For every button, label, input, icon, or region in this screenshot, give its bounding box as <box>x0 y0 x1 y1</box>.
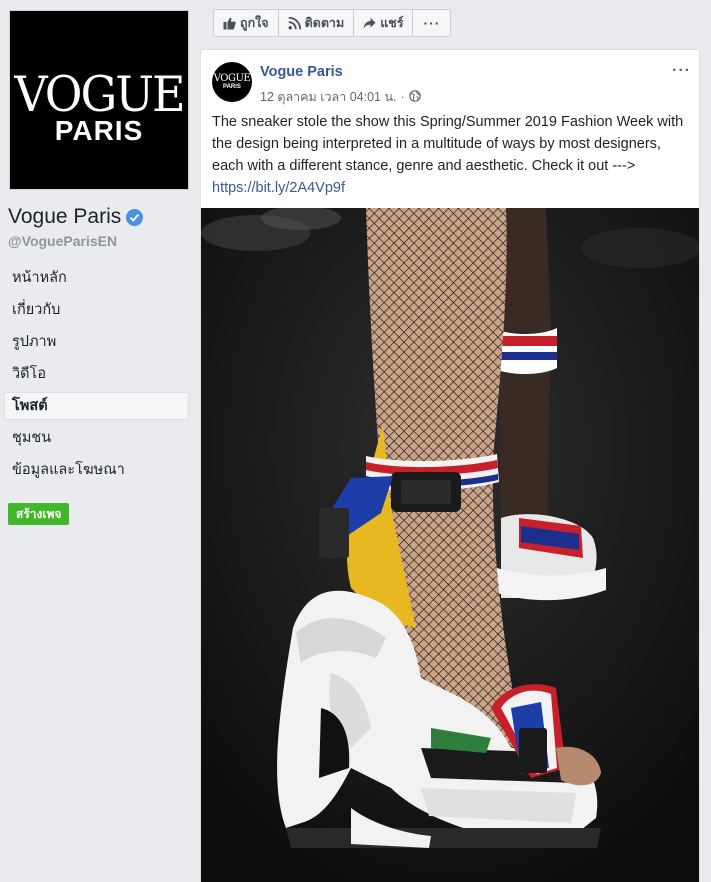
like-label: ถูกใจ <box>240 16 269 30</box>
page-nav: หน้าหลัก เกี่ยวกับ รูปภาพ วิดีโอ โพสต์ ช… <box>4 264 189 488</box>
more-options-button[interactable]: ··· <box>413 10 450 36</box>
profile-picture[interactable]: VOGUE PARIS <box>9 10 189 190</box>
follow-label: ติดตาม <box>304 16 345 30</box>
like-button[interactable]: ถูกใจ <box>214 10 279 36</box>
nav-item-community[interactable]: ชุมชน <box>4 424 189 452</box>
post-body-text: The sneaker stole the show this Spring/S… <box>212 114 684 174</box>
nav-item-photos[interactable]: รูปภาพ <box>4 328 189 356</box>
avatar-logo-top: VOGUE <box>213 73 251 84</box>
nav-item-home[interactable]: หน้าหลัก <box>4 264 189 292</box>
page-handle[interactable]: @VogueParisEN <box>8 233 117 249</box>
avatar-logo-bottom: PARIS <box>223 84 241 90</box>
nav-item-posts[interactable]: โพสต์ <box>4 392 189 420</box>
page-action-bar: ถูกใจ ติดตาม แชร์ ··· <box>213 9 452 37</box>
page-name-text: Vogue Paris <box>8 205 122 228</box>
share-button[interactable]: แชร์ <box>354 10 414 36</box>
post-options-button[interactable]: ··· <box>672 62 691 80</box>
post-meta: 12 ตุลาคม เวลา 04:01 น. · <box>260 87 421 107</box>
post-author-avatar[interactable]: VOGUE PARIS <box>212 62 252 102</box>
post-author-name[interactable]: Vogue Paris <box>260 64 343 80</box>
meta-separator: · <box>400 90 405 104</box>
page-title[interactable]: Vogue Paris <box>8 205 144 229</box>
nav-item-info-ads[interactable]: ข้อมูลและโฆษณา <box>4 456 189 484</box>
verified-badge-icon <box>126 208 144 226</box>
post-link[interactable]: https://bit.ly/2A4Vp9f <box>212 180 345 196</box>
logo-text-top: VOGUE <box>14 65 185 123</box>
create-page-button[interactable]: สร้างเพจ <box>8 503 70 525</box>
share-arrow-icon <box>363 17 376 30</box>
sneaker-sandal-photo <box>201 208 699 882</box>
nav-item-videos[interactable]: วิดีโอ <box>4 360 189 388</box>
logo-text-bottom: PARIS <box>54 115 144 146</box>
rss-follow-icon <box>288 16 301 30</box>
post-photo[interactable] <box>201 208 699 882</box>
thumbs-up-icon <box>223 17 236 30</box>
follow-button[interactable]: ติดตาม <box>279 10 355 36</box>
share-label: แชร์ <box>380 16 404 30</box>
nav-item-about[interactable]: เกี่ยวกับ <box>4 296 189 324</box>
globe-icon[interactable] <box>408 89 421 105</box>
post-card: VOGUE PARIS Vogue Paris 12 ตุลาคม เวลา 0… <box>200 49 700 882</box>
post-timestamp[interactable]: 12 ตุลาคม เวลา 04:01 น. <box>260 87 396 107</box>
left-column: VOGUE PARIS Vogue Paris @VogueParisEN หน… <box>0 0 200 882</box>
post-message: The sneaker stole the show this Spring/S… <box>212 111 692 199</box>
